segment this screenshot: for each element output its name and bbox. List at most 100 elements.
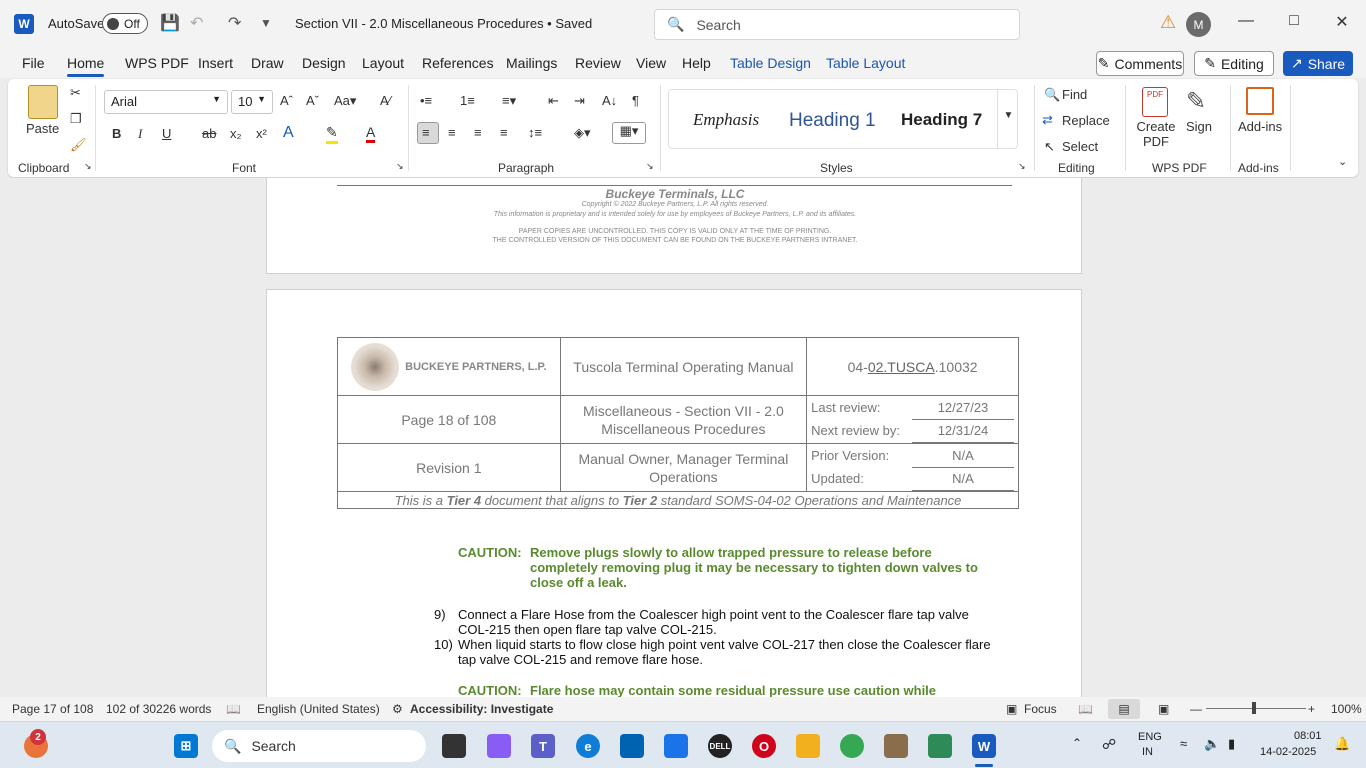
sort-icon[interactable]: A↓ (602, 93, 617, 108)
paste-label[interactable]: Paste (26, 121, 59, 136)
sign-icon[interactable]: ✎ (1186, 87, 1206, 116)
bold-icon[interactable]: B (112, 126, 121, 141)
tab-review[interactable]: Review (575, 55, 621, 71)
tab-file[interactable]: File (22, 55, 45, 71)
find-icon[interactable]: 🔍 (1044, 87, 1060, 103)
bullets-icon[interactable]: •≡ (420, 93, 432, 108)
font-color-icon[interactable]: A (366, 124, 376, 143)
strikethrough-icon[interactable]: ab (202, 126, 216, 141)
paste-icon[interactable] (28, 85, 58, 119)
read-mode-icon[interactable]: 📖 (1078, 702, 1093, 716)
copilot-icon[interactable] (487, 734, 511, 758)
collapse-ribbon-icon[interactable]: ⌄ (1338, 155, 1347, 168)
accessibility-status[interactable]: Accessibility: Investigate (410, 702, 553, 716)
notifications-icon[interactable]: 🔔 (1334, 736, 1350, 752)
store-icon[interactable] (620, 734, 644, 758)
clear-formatting-icon[interactable]: A∕ (380, 93, 391, 108)
replace-label[interactable]: Replace (1062, 113, 1110, 128)
tab-mailings[interactable]: Mailings (506, 55, 557, 71)
tab-home[interactable]: Home (67, 55, 105, 77)
autosave-toggle[interactable]: Off (102, 13, 148, 34)
tier-statement-cell[interactable]: This is a Tier 4 document that aligns to… (337, 491, 1019, 509)
proofing-icon[interactable]: 📖 (226, 702, 241, 716)
show-marks-icon[interactable]: ¶ (632, 93, 639, 108)
search-box[interactable]: 🔍 Search (654, 9, 1020, 40)
add-ins-icon[interactable] (1246, 87, 1274, 115)
cut-icon[interactable]: ✂ (70, 85, 81, 101)
redo-icon[interactable]: ↷ (228, 13, 241, 33)
dialog-launcher-icon[interactable]: ↘ (1018, 161, 1026, 172)
undo-icon[interactable]: ↶ (190, 13, 203, 33)
shading-icon[interactable]: ◈▾ (574, 125, 591, 141)
word-count[interactable]: 102 of 30226 words (106, 702, 211, 716)
tab-layout[interactable]: Layout (362, 55, 404, 71)
superscript-icon[interactable]: x² (256, 126, 267, 141)
opera-icon[interactable]: O (752, 734, 776, 758)
comments-button[interactable]: ✎ Comments (1096, 51, 1184, 76)
create-pdf-label[interactable]: Create PDF (1136, 119, 1176, 149)
zoom-out-icon[interactable]: — (1190, 702, 1202, 716)
battery-icon[interactable]: ▮ (1228, 736, 1235, 752)
borders-icon[interactable]: ▦▾ (612, 122, 646, 144)
logo-cell[interactable]: BUCKEYE PARTNERS, L.P. (337, 337, 561, 396)
share-button[interactable]: ↗ Share (1283, 51, 1353, 76)
sign-label[interactable]: Sign (1186, 119, 1212, 134)
avatar[interactable]: M (1186, 12, 1211, 37)
arrow-app-icon[interactable] (664, 734, 688, 758)
page-count[interactable]: Page 17 of 108 (12, 702, 93, 716)
tab-help[interactable]: Help (682, 55, 711, 71)
zoom-level[interactable]: 100% (1331, 702, 1362, 716)
document-canvas[interactable]: Buckeye Terminals, LLC Copyright © 2022 … (0, 178, 1366, 697)
network-app-icon[interactable]: ☍ (1102, 736, 1116, 753)
font-name-box[interactable]: Arial ▼ (104, 90, 228, 114)
language-region[interactable]: IN (1142, 746, 1153, 758)
task-view-icon[interactable] (442, 734, 466, 758)
shrink-font-icon[interactable]: Aˇ (306, 93, 319, 108)
text-effects-icon[interactable]: A (283, 124, 294, 142)
language-code[interactable]: ENG (1138, 731, 1162, 743)
font-size-box[interactable]: 10 ▼ (231, 90, 273, 114)
justify-icon[interactable]: ≡ (500, 125, 508, 140)
revision-cell[interactable]: Revision 1 (337, 443, 561, 492)
web-layout-icon[interactable]: ▣ (1158, 702, 1169, 716)
dell-icon[interactable]: DELL (708, 734, 732, 758)
close-icon[interactable]: ✕ (1332, 12, 1352, 32)
select-label[interactable]: Select (1062, 139, 1098, 154)
numbering-icon[interactable]: 1≡ (460, 93, 475, 108)
change-case-icon[interactable]: Aa▾ (334, 93, 356, 109)
review-cell[interactable]: Last review: 12/27/23 Next review by: 12/3… (806, 395, 1019, 444)
style-emphasis[interactable]: Emphasis (693, 110, 759, 130)
style-heading-7[interactable]: Heading 7 (901, 110, 982, 130)
grow-font-icon[interactable]: Aˆ (280, 93, 293, 108)
print-layout-icon[interactable]: ▤ (1108, 699, 1140, 719)
tab-table-layout[interactable]: Table Layout (826, 55, 905, 71)
edge-icon[interactable]: e (576, 734, 600, 758)
align-center-icon[interactable]: ≡ (448, 125, 456, 140)
align-right-icon[interactable]: ≡ (474, 125, 482, 140)
copy-icon[interactable]: ❐ (70, 111, 82, 127)
tab-table-design[interactable]: Table Design (730, 55, 811, 71)
file-explorer-icon[interactable] (796, 734, 820, 758)
doc-id-link[interactable]: 02.TUSCA (868, 359, 935, 375)
dialog-launcher-icon[interactable]: ↘ (396, 161, 404, 172)
align-left-icon[interactable]: ≡ (422, 125, 430, 140)
save-icon[interactable]: 💾 (160, 13, 180, 33)
zoom-slider-thumb[interactable] (1252, 702, 1256, 714)
doc-id-cell[interactable]: 04-02.TUSCA.10032 (806, 337, 1019, 396)
language[interactable]: English (United States) (257, 702, 380, 716)
multilevel-list-icon[interactable]: ≡▾ (502, 93, 516, 109)
italic-icon[interactable]: I (138, 126, 142, 142)
tab-wps-pdf[interactable]: WPS PDF (125, 55, 189, 71)
app-icon[interactable] (884, 734, 908, 758)
tab-insert[interactable]: Insert (198, 55, 233, 71)
document-page[interactable]: BUCKEYE PARTNERS, L.P. Tuscola Terminal … (266, 289, 1082, 697)
clock-date[interactable]: 14-02-2025 (1260, 746, 1316, 758)
document-header-table[interactable]: BUCKEYE PARTNERS, L.P. Tuscola Terminal … (337, 337, 1019, 509)
teams-icon[interactable]: T (531, 734, 555, 758)
manual-title-cell[interactable]: Tuscola Terminal Operating Manual (559, 337, 808, 396)
app-icon[interactable] (928, 734, 952, 758)
minimize-icon[interactable]: — (1236, 12, 1256, 30)
document-title[interactable]: Section VII - 2.0 Miscellaneous Procedur… (295, 16, 592, 31)
underline-icon[interactable]: U (162, 126, 171, 141)
version-cell[interactable]: Prior Version: N/A Updated: N/A (806, 443, 1019, 492)
